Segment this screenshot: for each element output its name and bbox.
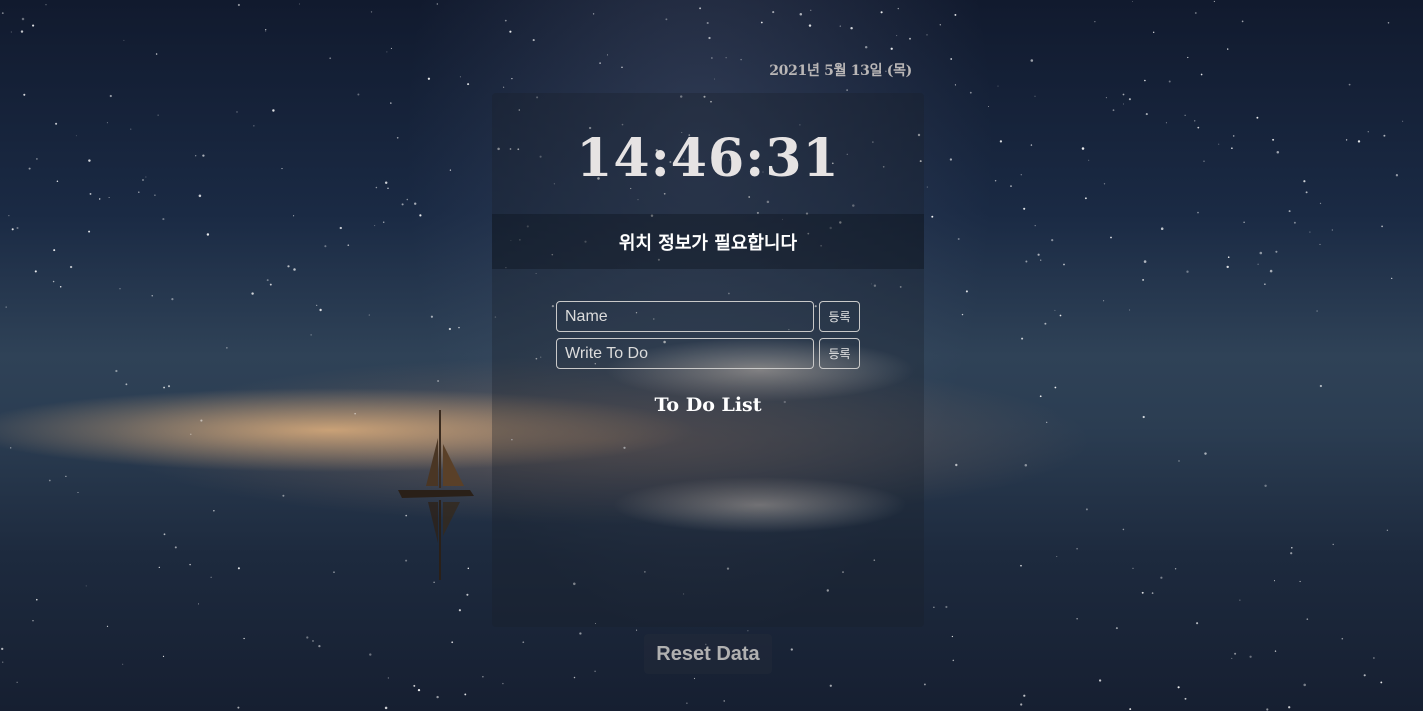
weather-message: 위치 정보가 필요합니다 [618,233,798,254]
name-input[interactable] [556,301,814,332]
register-name-button[interactable]: 등록 [819,301,860,332]
date-display: 2021년 5월 13일 (목) [769,63,912,79]
clock-display: 14:46:31 [576,128,840,189]
reset-data-button[interactable]: Reset Data [644,634,772,674]
todo-list-title: To Do List [654,394,762,416]
todo-input[interactable] [556,338,814,369]
register-todo-button[interactable]: 등록 [819,338,860,369]
sailboat-image [398,410,474,580]
